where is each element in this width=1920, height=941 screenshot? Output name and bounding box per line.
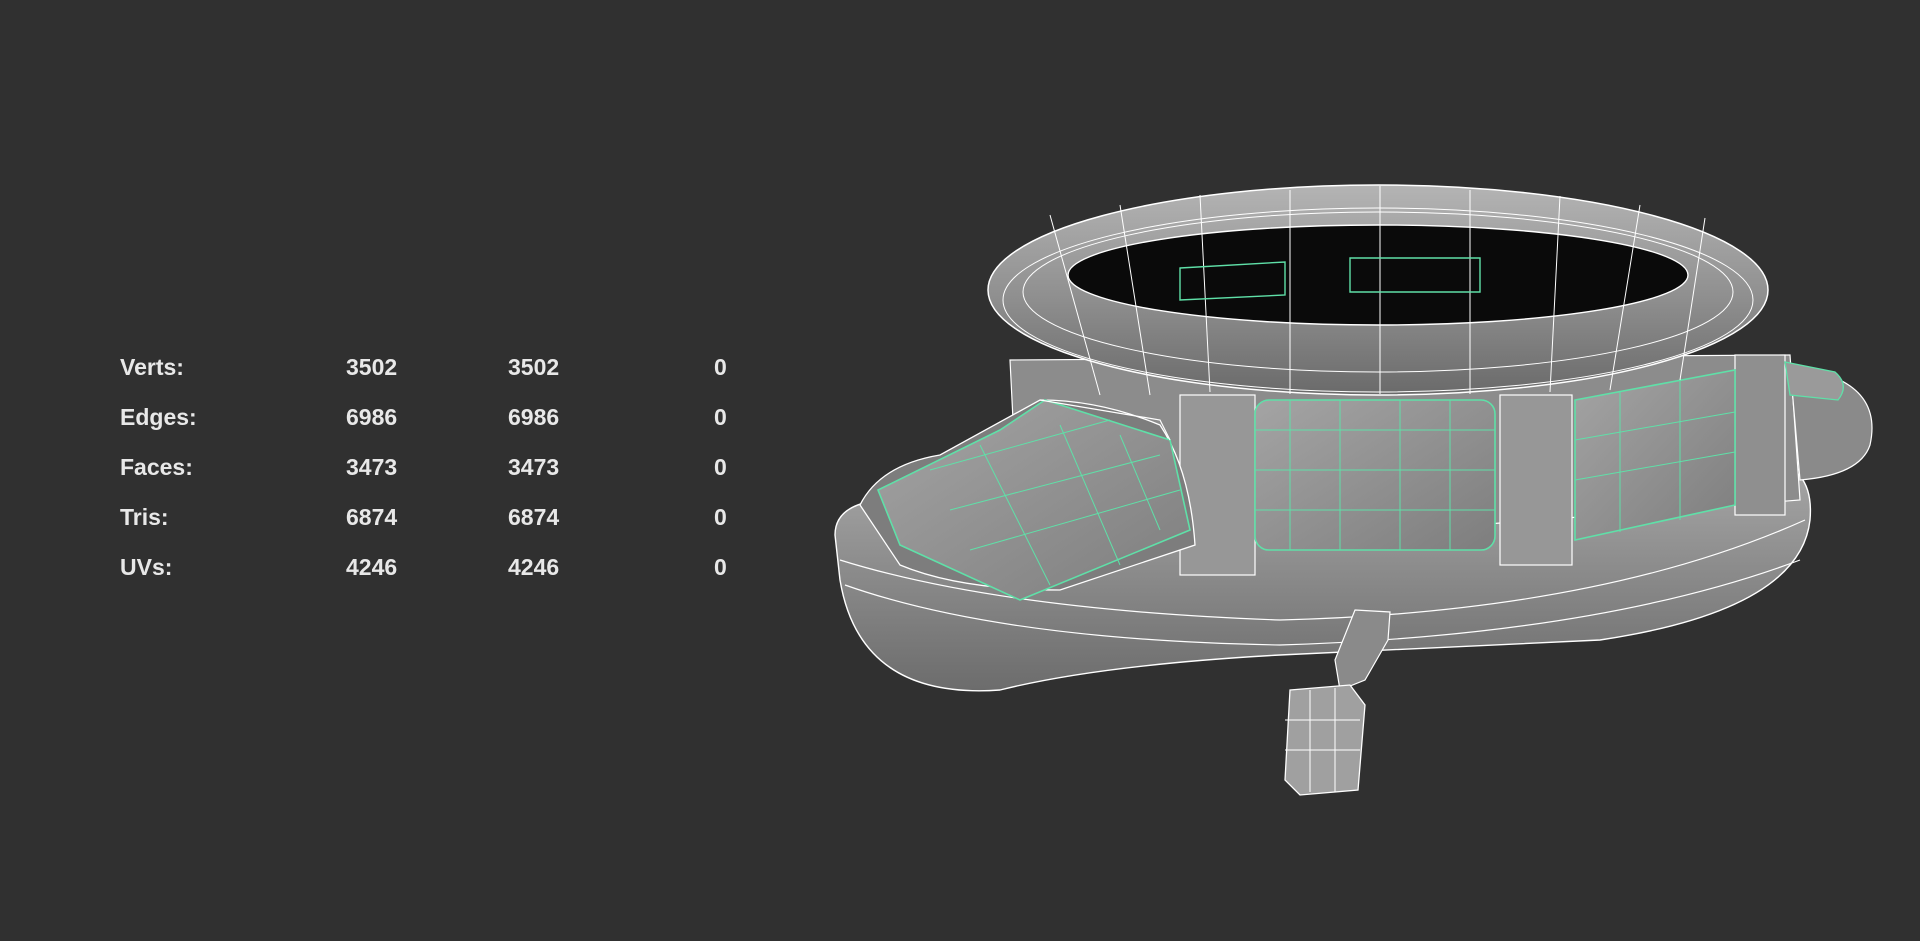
window-panel-center	[1254, 399, 1496, 551]
side-pod-right	[1784, 361, 1873, 481]
torus-ring	[987, 184, 1769, 396]
wireframe-model[interactable]	[0, 0, 1920, 941]
3d-viewport[interactable]: Verts: 3502 3502 0 Edges: 6986 6986 0 Fa…	[0, 0, 1920, 941]
